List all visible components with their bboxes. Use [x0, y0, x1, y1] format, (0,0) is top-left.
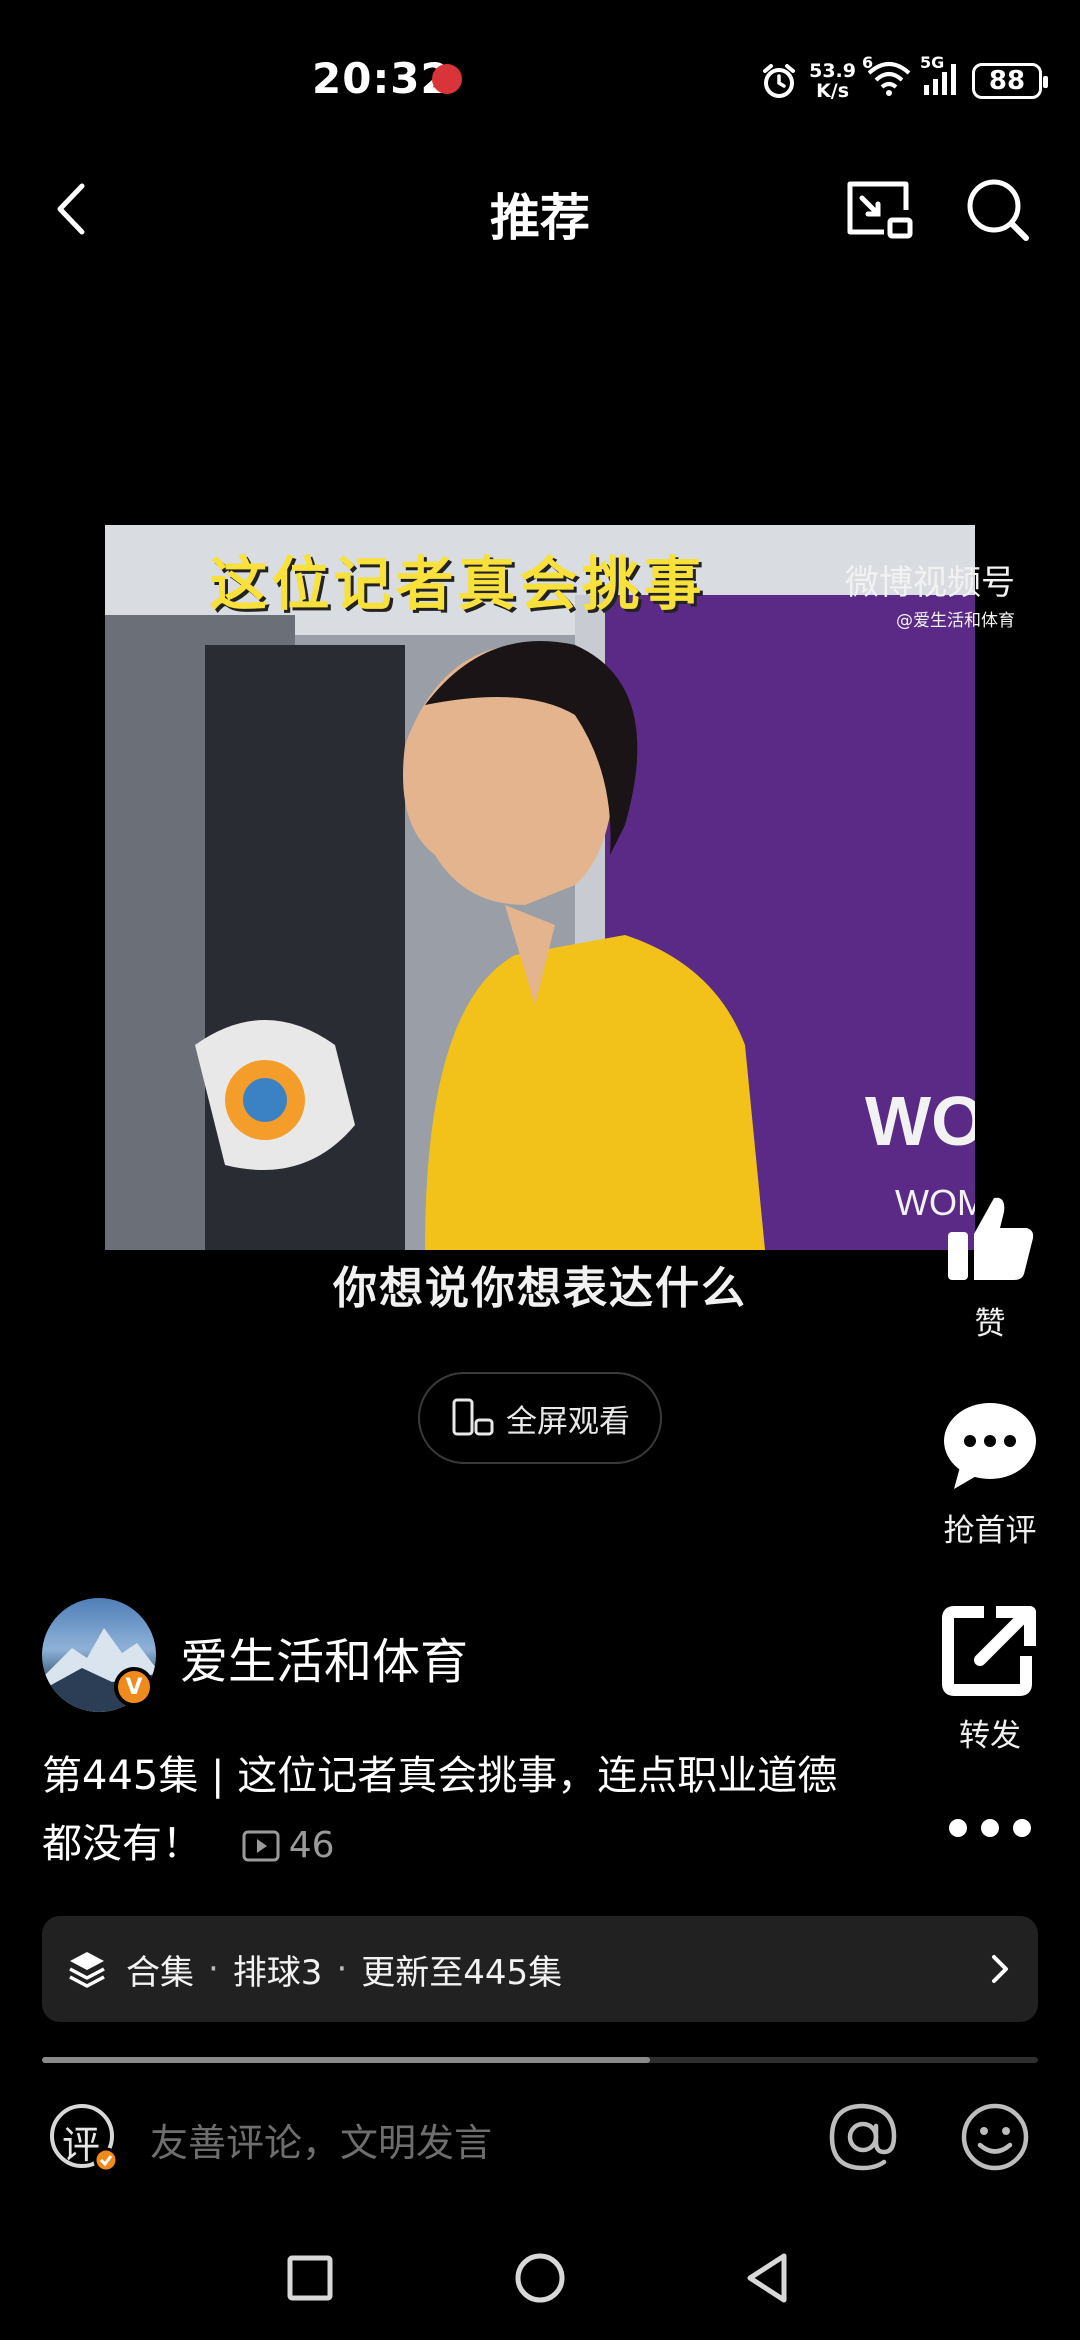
more-options-button[interactable]	[915, 1808, 1065, 1858]
more-dots-icon	[949, 1819, 1031, 1837]
share-button[interactable]: 转发	[915, 1600, 1065, 1755]
square-recents-icon	[287, 2255, 333, 2301]
cellular-status: 5G	[920, 53, 962, 101]
like-button[interactable]: 赞	[915, 1188, 1065, 1343]
separator-dot: ·	[336, 1949, 348, 1989]
video-progress-bar[interactable]	[42, 2057, 1038, 2063]
network-speed-unit: K/s	[816, 80, 850, 102]
network-speed-value: 53.9	[809, 60, 856, 82]
collection-update: 更新至445集	[361, 1952, 563, 1993]
comment-compose-icon-button[interactable]: 评	[48, 2102, 120, 2174]
status-bar: 20:32 53.9 K/s 6 5G 88	[0, 40, 1080, 120]
separator-dot: ·	[208, 1949, 219, 1989]
mention-button[interactable]	[826, 2100, 900, 2174]
circle-home-icon	[515, 2253, 565, 2303]
author-name[interactable]: 爱生活和体育	[180, 1622, 468, 1692]
smiley-face-icon	[961, 2103, 1029, 2171]
video-title-text: 第445集 | 这位记者真会挑事，连点职业道德都没有！	[42, 1753, 838, 1867]
video-title: 第445集 | 这位记者真会挑事，连点职业道德都没有！ 46	[42, 1742, 842, 1880]
app-screen: 20:32 53.9 K/s 6 5G 88 推荐 WO WOM 这位记者真会挑…	[0, 0, 1080, 2340]
screen-cast-icon	[847, 181, 913, 239]
page-title: 推荐	[490, 189, 590, 247]
layers-icon	[69, 1952, 105, 1988]
network-speed: 53.9 K/s	[809, 61, 856, 101]
status-time: 20:32	[312, 54, 451, 103]
view-count: 46	[241, 1812, 335, 1880]
notification-app-icon	[432, 64, 462, 94]
comment-input[interactable]: 友善评论，文明发言	[150, 2112, 492, 2167]
search-icon	[967, 179, 1029, 241]
system-back-button[interactable]	[740, 2248, 800, 2308]
screen-cast-button[interactable]	[838, 170, 918, 250]
status-indicators: 53.9 K/s 6 5G 88	[759, 53, 1048, 106]
cellular-badge: 5G	[920, 53, 945, 72]
wifi-status: 6	[862, 53, 912, 101]
search-button[interactable]	[958, 170, 1038, 250]
video-player[interactable]: WOR WOM 这位记者真会挑事	[105, 525, 975, 1250]
chat-bubble-icon	[944, 1403, 1036, 1489]
comment-button[interactable]: 抢首评	[915, 1395, 1065, 1550]
share-icon	[942, 1606, 1036, 1696]
collection-label: 合集	[126, 1952, 194, 1993]
collection-bar[interactable]: 合集 · 排球3 · 更新至445集	[42, 1916, 1038, 2022]
triangle-back-icon	[747, 2253, 787, 2303]
collection-series: 排球3	[232, 1952, 323, 1993]
video-watermark: 微博视频号 @爱生活和体育	[845, 555, 1015, 631]
video-headline: 这位记者真会挑事	[209, 550, 706, 618]
comment-icon-text: 评	[62, 2123, 101, 2167]
fullscreen-button[interactable]: 全屏观看	[418, 1372, 662, 1464]
watermark-handle: @爱生活和体育	[896, 611, 1015, 631]
like-label: 赞	[974, 1306, 1006, 1342]
chevron-right-icon	[992, 1955, 1008, 1983]
video-progress-fill	[42, 2057, 650, 2063]
battery-indicator: 88	[972, 63, 1048, 99]
play-count-icon	[242, 1830, 280, 1862]
svg-text:WOR: WOR	[865, 1082, 975, 1160]
wifi-badge: 6	[862, 53, 874, 72]
fullscreen-label: 全屏观看	[506, 1403, 630, 1440]
share-label: 转发	[959, 1718, 1021, 1754]
thumbs-up-icon	[948, 1197, 1034, 1280]
verified-badge: V	[114, 1667, 154, 1707]
recents-button[interactable]	[280, 2248, 340, 2308]
alarm-icon	[763, 64, 796, 98]
watermark-text: 微博视频号	[845, 563, 1015, 603]
system-navigation-bar	[0, 2230, 1080, 2320]
comment-label: 抢首评	[943, 1513, 1037, 1549]
rotate-phone-icon	[452, 1398, 494, 1436]
at-sign-icon	[829, 2103, 897, 2171]
emoji-button[interactable]	[958, 2100, 1032, 2174]
video-frame: WOR WOM	[105, 525, 975, 1250]
home-button[interactable]	[510, 2248, 570, 2308]
view-count-value: 46	[288, 1825, 335, 1866]
top-nav: 推荐	[0, 160, 1080, 260]
